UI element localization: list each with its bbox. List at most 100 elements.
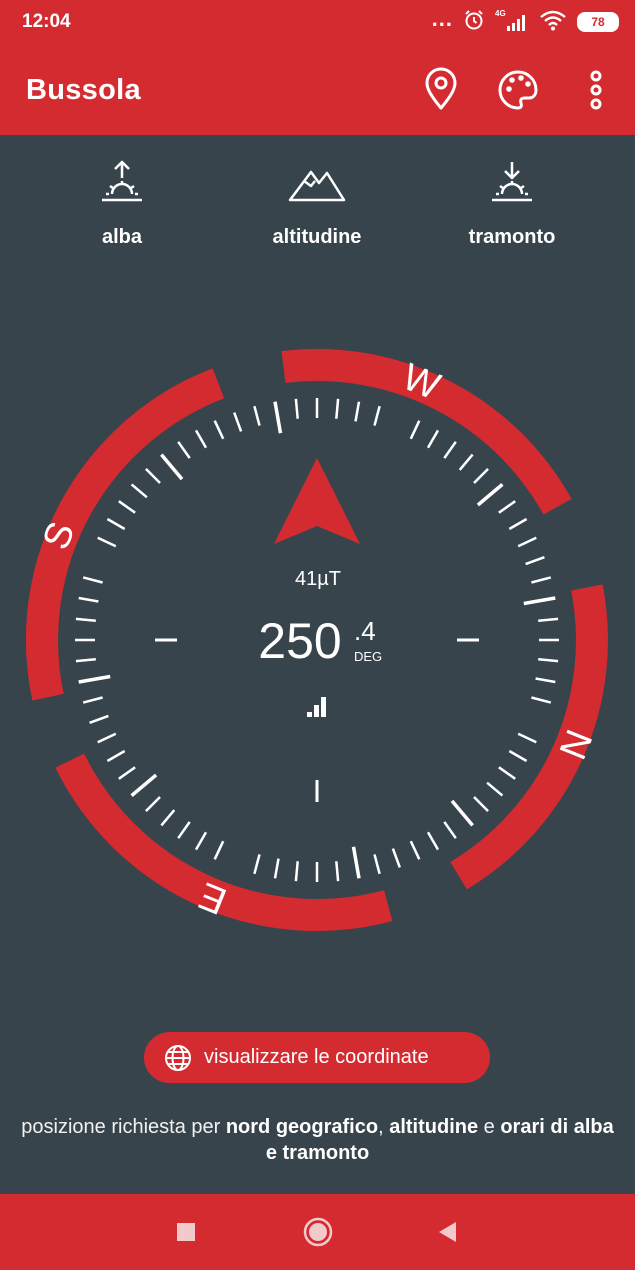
compass-tick xyxy=(443,441,457,459)
compass-tick xyxy=(354,401,361,422)
recents-button[interactable] xyxy=(168,1214,204,1250)
location-note: posizione richiesta per nord geografico,… xyxy=(16,1114,619,1166)
compass-tick xyxy=(294,861,299,882)
sunrise-icon xyxy=(102,160,142,202)
overflow-menu-button[interactable] xyxy=(574,67,618,113)
status-time: 12:04 xyxy=(22,11,71,32)
compass-tick xyxy=(517,732,537,744)
compass-tick xyxy=(118,500,136,514)
compass-tick xyxy=(373,854,381,875)
compass-tick xyxy=(476,483,504,507)
compass-tick xyxy=(177,441,191,459)
compass-tick xyxy=(213,420,225,440)
compass-tick xyxy=(82,696,103,704)
compass-tick xyxy=(233,412,243,432)
show-coordinates-label: visualizzare le coordinate xyxy=(204,1046,429,1068)
compass-tick xyxy=(531,576,552,584)
compass-tick xyxy=(273,401,283,434)
compass-tick xyxy=(253,854,261,875)
compass-tick xyxy=(89,714,109,724)
compass-tick xyxy=(531,696,552,704)
battery-icon: 78 xyxy=(577,12,619,32)
show-coordinates-button[interactable]: visualizzare le coordinate xyxy=(144,1032,490,1083)
compass-tick xyxy=(351,846,361,879)
system-nav-bar xyxy=(0,1194,635,1270)
compass-tick xyxy=(426,831,440,851)
compass-tick xyxy=(130,773,158,797)
compass-tick xyxy=(160,453,184,481)
compass-tick xyxy=(450,799,474,827)
location-button[interactable] xyxy=(419,67,463,113)
more-dots-icon: ... xyxy=(431,6,453,31)
compass-tick xyxy=(486,781,504,797)
compass-tick xyxy=(458,453,474,471)
app-bar: Bussola xyxy=(0,45,635,135)
heading-unit: DEG xyxy=(354,649,382,664)
compass-tick xyxy=(194,429,208,449)
signal-strength-icon xyxy=(307,697,326,717)
compass-tick xyxy=(538,658,559,663)
status-bar: 12:04 ... 4G 78 xyxy=(0,0,635,45)
compass-dial: NESW 41µT 250 .4 DEG xyxy=(26,349,608,931)
altitude-label: altitudine xyxy=(272,226,362,248)
home-button[interactable] xyxy=(300,1214,336,1250)
compass-tick xyxy=(106,517,126,531)
compass-tick xyxy=(409,840,421,860)
status-icons: ... 4G 78 xyxy=(431,6,619,36)
theme-button[interactable] xyxy=(496,67,540,113)
compass-tick xyxy=(373,405,381,426)
compass-tick xyxy=(106,749,126,763)
recents-square-icon xyxy=(177,1223,195,1241)
compass-tick xyxy=(78,596,99,603)
compass-tick xyxy=(517,536,537,548)
compass-tick xyxy=(426,429,440,449)
alarm-icon xyxy=(463,9,485,36)
altitude-item[interactable]: altitudine xyxy=(247,158,387,249)
signal-4g-icon: 4G xyxy=(495,9,529,33)
compass-tick xyxy=(160,809,176,827)
sunrise-item[interactable]: alba xyxy=(52,158,192,249)
north-needle xyxy=(274,458,360,544)
sunset-icon xyxy=(492,162,532,202)
compass-tick xyxy=(97,732,117,744)
compass-tick xyxy=(145,796,161,812)
globe-icon xyxy=(165,1044,191,1071)
field-strength: 41µT xyxy=(295,568,341,590)
compass-tick xyxy=(75,658,96,663)
compass-tick xyxy=(130,483,148,499)
note-bold-altitude: altitudine xyxy=(389,1116,479,1138)
compass-tick xyxy=(335,861,340,882)
sunset-label: tramonto xyxy=(468,226,556,248)
compass-tick xyxy=(391,848,401,868)
compass-tick xyxy=(525,556,545,566)
note-text: posizione richiesta per xyxy=(21,1116,226,1138)
sunset-item[interactable]: tramonto xyxy=(442,158,582,249)
more-vert-icon xyxy=(590,70,602,110)
compass-tick xyxy=(443,821,457,839)
compass-tick xyxy=(508,749,528,763)
compass-tick xyxy=(538,617,559,622)
compass-tick xyxy=(473,796,489,812)
wifi-icon xyxy=(539,9,567,36)
compass-tick xyxy=(409,420,421,440)
compass-tick xyxy=(75,617,96,622)
compass-tick xyxy=(523,596,556,606)
mountain-icon xyxy=(288,170,346,202)
compass-tick xyxy=(498,500,516,514)
page-title: Bussola xyxy=(26,74,141,106)
compass-tick xyxy=(508,517,528,531)
back-button[interactable] xyxy=(430,1214,466,1250)
compass-tick xyxy=(82,576,103,584)
palette-icon xyxy=(498,70,538,110)
compass-tick xyxy=(97,536,117,548)
compass-tick xyxy=(177,821,191,839)
location-pin-icon xyxy=(425,67,457,110)
compass-tick xyxy=(253,405,261,426)
compass-tick xyxy=(498,766,516,780)
note-text: , xyxy=(378,1116,390,1138)
compass-tick xyxy=(194,831,208,851)
compass-tick xyxy=(273,858,280,879)
note-bold-north: nord geografico xyxy=(225,1116,379,1138)
compass-tick xyxy=(118,766,136,780)
heading-value: 250 xyxy=(258,613,341,669)
